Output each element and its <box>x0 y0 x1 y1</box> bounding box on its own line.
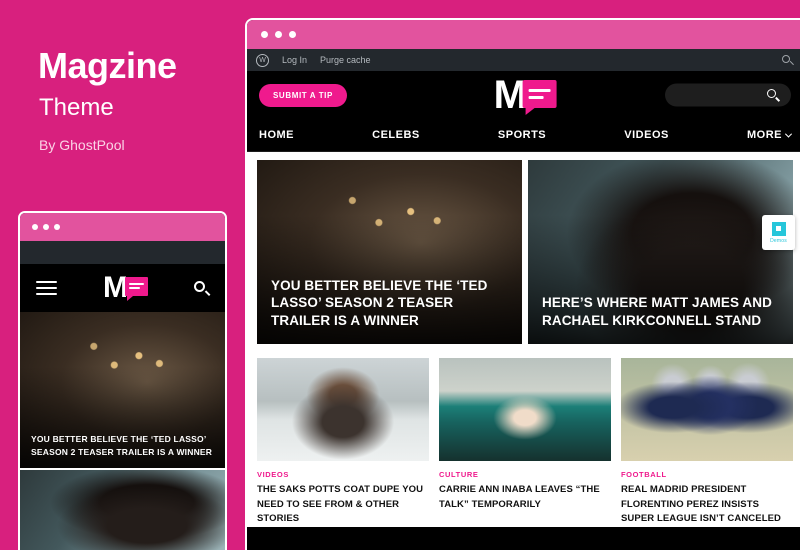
demos-badge-label: Demos <box>770 237 787 244</box>
mobile-titlebar <box>20 213 225 241</box>
article-thumbnail <box>257 358 429 461</box>
mobile-hero-card-secondary[interactable] <box>20 468 225 550</box>
article-category[interactable]: Culture <box>439 470 611 479</box>
article-category[interactable]: Videos <box>257 470 429 479</box>
mobile-admin-bar <box>20 241 225 264</box>
nav-item-celebs[interactable]: Celebs <box>372 129 420 141</box>
article-card-grid: Videos The Saks Potts Coat Dupe You Need… <box>257 358 793 527</box>
nav-item-more[interactable]: More <box>747 129 793 141</box>
hero-card-1[interactable]: You Better Believe The ‘Ted Lasso’ Seaso… <box>257 160 522 344</box>
search-icon[interactable] <box>194 280 211 296</box>
article-category[interactable]: Football <box>621 470 793 479</box>
window-maximize-dot[interactable] <box>54 224 60 230</box>
article-card[interactable]: Football Real Madrid President Florentin… <box>621 358 793 527</box>
article-title[interactable]: Carrie Ann Inaba Leaves “The Talk” Tempo… <box>439 483 611 512</box>
article-card[interactable]: Videos The Saks Potts Coat Dupe You Need… <box>257 358 429 527</box>
nav-item-sports[interactable]: Sports <box>498 129 546 141</box>
admin-bar-purge-cache-link[interactable]: Purge cache <box>320 55 371 65</box>
speech-bubble-icon <box>125 276 148 301</box>
browser-titlebar <box>247 20 800 49</box>
mobile-hero-image-secondary <box>20 470 225 550</box>
mobile-preview-window: M You Better Believe The ‘Ted Lasso’ Sea… <box>18 211 227 550</box>
search-icon[interactable] <box>767 89 781 101</box>
window-close-dot[interactable] <box>261 31 268 38</box>
page-title: Magzine <box>38 45 177 86</box>
nav-item-videos[interactable]: Videos <box>624 129 669 141</box>
hero-title-2: Here’s Where Matt James And Rachael Kirk… <box>542 295 772 329</box>
mobile-hero-title: You Better Believe The ‘Ted Lasso’ Seaso… <box>31 433 213 457</box>
mobile-site-logo[interactable]: M <box>103 270 148 304</box>
browser-window: Log In Purge cache Submit a tip M Home C… <box>245 18 800 550</box>
wordpress-icon[interactable] <box>256 53 269 67</box>
article-title[interactable]: The Saks Potts Coat Dupe You Need To See… <box>257 483 429 527</box>
hero-card-2[interactable]: Here’s Where Matt James And Rachael Kirk… <box>528 160 793 344</box>
demos-square-icon <box>771 221 786 236</box>
hamburger-menu-icon[interactable] <box>36 281 57 295</box>
hero-grid: You Better Believe The ‘Ted Lasso’ Seaso… <box>257 160 793 344</box>
article-card[interactable]: Culture Carrie Ann Inaba Leaves “The Tal… <box>439 358 611 527</box>
demos-badge[interactable]: Demos <box>762 215 795 250</box>
nav-item-more-label: More <box>747 129 782 141</box>
window-minimize-dot[interactable] <box>43 224 49 230</box>
nav-item-home[interactable]: Home <box>259 129 294 141</box>
speech-bubble-icon <box>522 80 557 115</box>
wordpress-admin-bar: Log In Purge cache <box>247 49 800 71</box>
logo-letter: M <box>493 73 527 117</box>
hero-title-1: You Better Believe The ‘Ted Lasso’ Seaso… <box>271 277 488 329</box>
promo-subtitle: Theme <box>39 94 114 121</box>
promo-author: By GhostPool <box>39 137 125 153</box>
window-minimize-dot[interactable] <box>275 31 282 38</box>
search-icon[interactable] <box>782 54 794 66</box>
window-close-dot[interactable] <box>32 224 38 230</box>
admin-bar-login-link[interactable]: Log In <box>282 55 307 65</box>
logo-letter: M <box>103 270 128 304</box>
mobile-hero-card[interactable]: You Better Believe The ‘Ted Lasso’ Seaso… <box>20 312 225 468</box>
mobile-site-header: M <box>20 264 225 312</box>
page-content: You Better Believe The ‘Ted Lasso’ Seaso… <box>247 152 800 528</box>
chevron-down-icon <box>784 130 793 138</box>
site-logo[interactable]: M <box>493 73 557 117</box>
window-maximize-dot[interactable] <box>289 31 296 38</box>
site-header: Submit a tip M <box>247 71 800 119</box>
submit-a-tip-button[interactable]: Submit a tip <box>259 83 347 107</box>
article-thumbnail <box>621 358 793 461</box>
article-title[interactable]: Real Madrid President Florentino Perez I… <box>621 483 793 527</box>
article-thumbnail <box>439 358 611 461</box>
main-navigation: Home Celebs Sports Videos More <box>247 119 800 152</box>
